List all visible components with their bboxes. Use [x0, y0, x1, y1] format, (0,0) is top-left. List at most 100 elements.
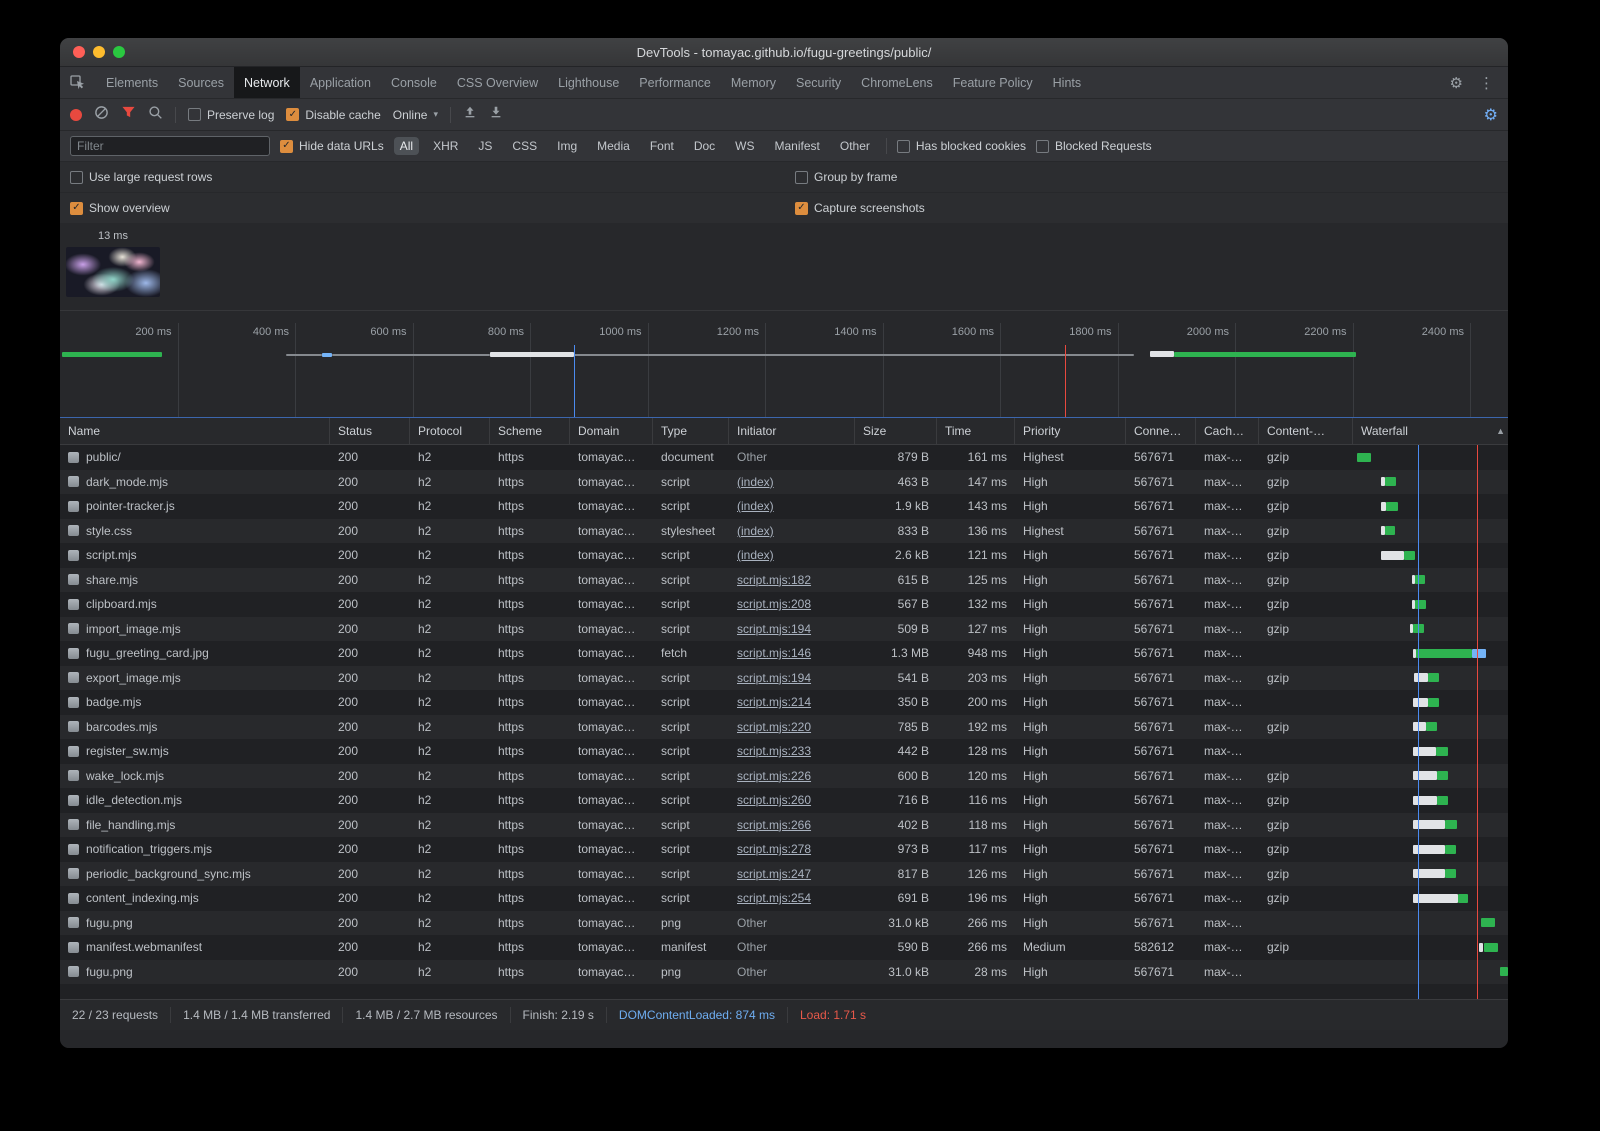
- tab-lighthouse[interactable]: Lighthouse: [548, 67, 629, 98]
- column-header-domain[interactable]: Domain: [570, 418, 653, 444]
- initiator-link[interactable]: (index): [737, 519, 847, 544]
- preserve-log-checkbox[interactable]: Preserve log: [188, 108, 274, 122]
- network-overview-timeline[interactable]: 200 ms400 ms600 ms800 ms1000 ms1200 ms14…: [60, 311, 1508, 418]
- table-row[interactable]: periodic_background_sync.mjs200h2httpsto…: [60, 862, 1508, 887]
- column-header-protocol[interactable]: Protocol: [410, 418, 490, 444]
- table-row[interactable]: notification_triggers.mjs200h2httpstomay…: [60, 837, 1508, 862]
- initiator-link[interactable]: script.mjs:146: [737, 641, 847, 666]
- column-header-content[interactable]: Content-…: [1259, 418, 1353, 444]
- table-row[interactable]: badge.mjs200h2httpstomayac…scriptscript.…: [60, 690, 1508, 715]
- table-row[interactable]: fugu.png200h2httpstomayac…pngOther31.0 k…: [60, 960, 1508, 985]
- initiator-link[interactable]: script.mjs:266: [737, 813, 847, 838]
- table-row[interactable]: export_image.mjs200h2httpstomayac…script…: [60, 666, 1508, 691]
- table-row[interactable]: share.mjs200h2httpstomayac…scriptscript.…: [60, 568, 1508, 593]
- column-header-type[interactable]: Type: [653, 418, 729, 444]
- table-row[interactable]: import_image.mjs200h2httpstomayac…script…: [60, 617, 1508, 642]
- table-row[interactable]: clipboard.mjs200h2httpstomayac…scriptscr…: [60, 592, 1508, 617]
- initiator-link[interactable]: (index): [737, 494, 847, 519]
- record-network-log-button[interactable]: [70, 109, 82, 121]
- initiator-link[interactable]: script.mjs:194: [737, 617, 847, 642]
- capture-screenshots-checkbox[interactable]: ✓ Capture screenshots: [795, 201, 925, 215]
- minimize-window-button[interactable]: [93, 46, 105, 58]
- table-row[interactable]: register_sw.mjs200h2httpstomayac…scripts…: [60, 739, 1508, 764]
- initiator-link[interactable]: script.mjs:247: [737, 862, 847, 887]
- initiator-link[interactable]: script.mjs:254: [737, 886, 847, 911]
- initiator-link[interactable]: script.mjs:220: [737, 715, 847, 740]
- table-row[interactable]: wake_lock.mjs200h2httpstomayac…scriptscr…: [60, 764, 1508, 789]
- table-row[interactable]: pointer-tracker.js200h2httpstomayac…scri…: [60, 494, 1508, 519]
- table-row[interactable]: idle_detection.mjs200h2httpstomayac…scri…: [60, 788, 1508, 813]
- settings-gear-icon[interactable]: ⚙: [1450, 74, 1463, 92]
- hide-data-urls-checkbox[interactable]: ✓ Hide data URLs: [280, 139, 384, 153]
- filter-input[interactable]: [70, 136, 270, 156]
- kebab-menu-icon[interactable]: ⋮: [1479, 74, 1494, 92]
- table-row[interactable]: file_handling.mjs200h2httpstomayac…scrip…: [60, 813, 1508, 838]
- filter-pill-xhr[interactable]: XHR: [427, 137, 464, 155]
- tab-application[interactable]: Application: [300, 67, 381, 98]
- initiator-link[interactable]: script.mjs:278: [737, 837, 847, 862]
- table-row[interactable]: style.css200h2httpstomayac…stylesheet(in…: [60, 519, 1508, 544]
- tab-memory[interactable]: Memory: [721, 67, 786, 98]
- table-row[interactable]: fugu_greeting_card.jpg200h2httpstomayac……: [60, 641, 1508, 666]
- import-har-icon[interactable]: [463, 105, 477, 124]
- column-header-status[interactable]: Status: [330, 418, 410, 444]
- filter-pill-img[interactable]: Img: [551, 137, 583, 155]
- column-header-conne[interactable]: Conne…: [1126, 418, 1196, 444]
- tab-chromelens[interactable]: ChromeLens: [851, 67, 943, 98]
- inspect-element-icon[interactable]: [60, 67, 96, 98]
- search-icon[interactable]: [148, 105, 163, 125]
- throttling-select[interactable]: Online ▾: [393, 108, 438, 122]
- table-row[interactable]: manifest.webmanifest200h2httpstomayac…ma…: [60, 935, 1508, 960]
- filter-pill-media[interactable]: Media: [591, 137, 636, 155]
- table-row[interactable]: barcodes.mjs200h2httpstomayac…scriptscri…: [60, 715, 1508, 740]
- filter-pill-all[interactable]: All: [394, 137, 419, 155]
- network-settings-gear-icon[interactable]: ⚙: [1484, 105, 1498, 125]
- blocked-requests-checkbox[interactable]: Blocked Requests: [1036, 139, 1152, 153]
- tab-performance[interactable]: Performance: [629, 67, 721, 98]
- tab-hints[interactable]: Hints: [1043, 67, 1091, 98]
- group-by-frame-checkbox[interactable]: Group by frame: [795, 170, 897, 184]
- table-row[interactable]: fugu.png200h2httpstomayac…pngOther31.0 k…: [60, 911, 1508, 936]
- tab-elements[interactable]: Elements: [96, 67, 168, 98]
- tab-sources[interactable]: Sources: [168, 67, 234, 98]
- column-header-cach[interactable]: Cach…: [1196, 418, 1259, 444]
- initiator-link[interactable]: script.mjs:233: [737, 739, 847, 764]
- column-header-initiator[interactable]: Initiator: [729, 418, 855, 444]
- screenshot-thumbnail[interactable]: [66, 247, 160, 297]
- disable-cache-checkbox[interactable]: ✓ Disable cache: [286, 108, 380, 122]
- table-row[interactable]: content_indexing.mjs200h2httpstomayac…sc…: [60, 886, 1508, 911]
- initiator-link[interactable]: script.mjs:226: [737, 764, 847, 789]
- table-row[interactable]: public/200h2httpstomayac…documentOther87…: [60, 445, 1508, 470]
- filter-pill-manifest[interactable]: Manifest: [769, 137, 826, 155]
- initiator-link[interactable]: script.mjs:194: [737, 666, 847, 691]
- clear-network-log-icon[interactable]: [94, 105, 109, 125]
- column-header-name[interactable]: Name: [60, 418, 330, 444]
- column-header-waterfall[interactable]: Waterfall▲: [1353, 418, 1508, 444]
- table-row[interactable]: script.mjs200h2httpstomayac…script(index…: [60, 543, 1508, 568]
- initiator-link[interactable]: (index): [737, 543, 847, 568]
- zoom-window-button[interactable]: [113, 46, 125, 58]
- filter-pill-css[interactable]: CSS: [506, 137, 543, 155]
- tab-css-overview[interactable]: CSS Overview: [447, 67, 548, 98]
- export-har-icon[interactable]: [489, 105, 503, 124]
- filter-pill-ws[interactable]: WS: [729, 137, 760, 155]
- initiator-link[interactable]: script.mjs:214: [737, 690, 847, 715]
- column-header-priority[interactable]: Priority: [1015, 418, 1126, 444]
- initiator-link[interactable]: (index): [737, 470, 847, 495]
- filter-funnel-icon[interactable]: [121, 105, 136, 124]
- filter-pill-doc[interactable]: Doc: [688, 137, 721, 155]
- tab-security[interactable]: Security: [786, 67, 851, 98]
- initiator-link[interactable]: script.mjs:182: [737, 568, 847, 593]
- use-large-request-rows-checkbox[interactable]: Use large request rows: [70, 170, 212, 184]
- initiator-link[interactable]: script.mjs:208: [737, 592, 847, 617]
- column-header-size[interactable]: Size: [855, 418, 937, 444]
- column-header-time[interactable]: Time: [937, 418, 1015, 444]
- tab-console[interactable]: Console: [381, 67, 447, 98]
- filter-pill-js[interactable]: JS: [472, 137, 498, 155]
- has-blocked-cookies-checkbox[interactable]: Has blocked cookies: [897, 139, 1026, 153]
- column-header-scheme[interactable]: Scheme: [490, 418, 570, 444]
- table-row[interactable]: dark_mode.mjs200h2httpstomayac…script(in…: [60, 470, 1508, 495]
- filter-pill-font[interactable]: Font: [644, 137, 680, 155]
- show-overview-checkbox[interactable]: ✓ Show overview: [70, 201, 170, 215]
- filter-pill-other[interactable]: Other: [834, 137, 876, 155]
